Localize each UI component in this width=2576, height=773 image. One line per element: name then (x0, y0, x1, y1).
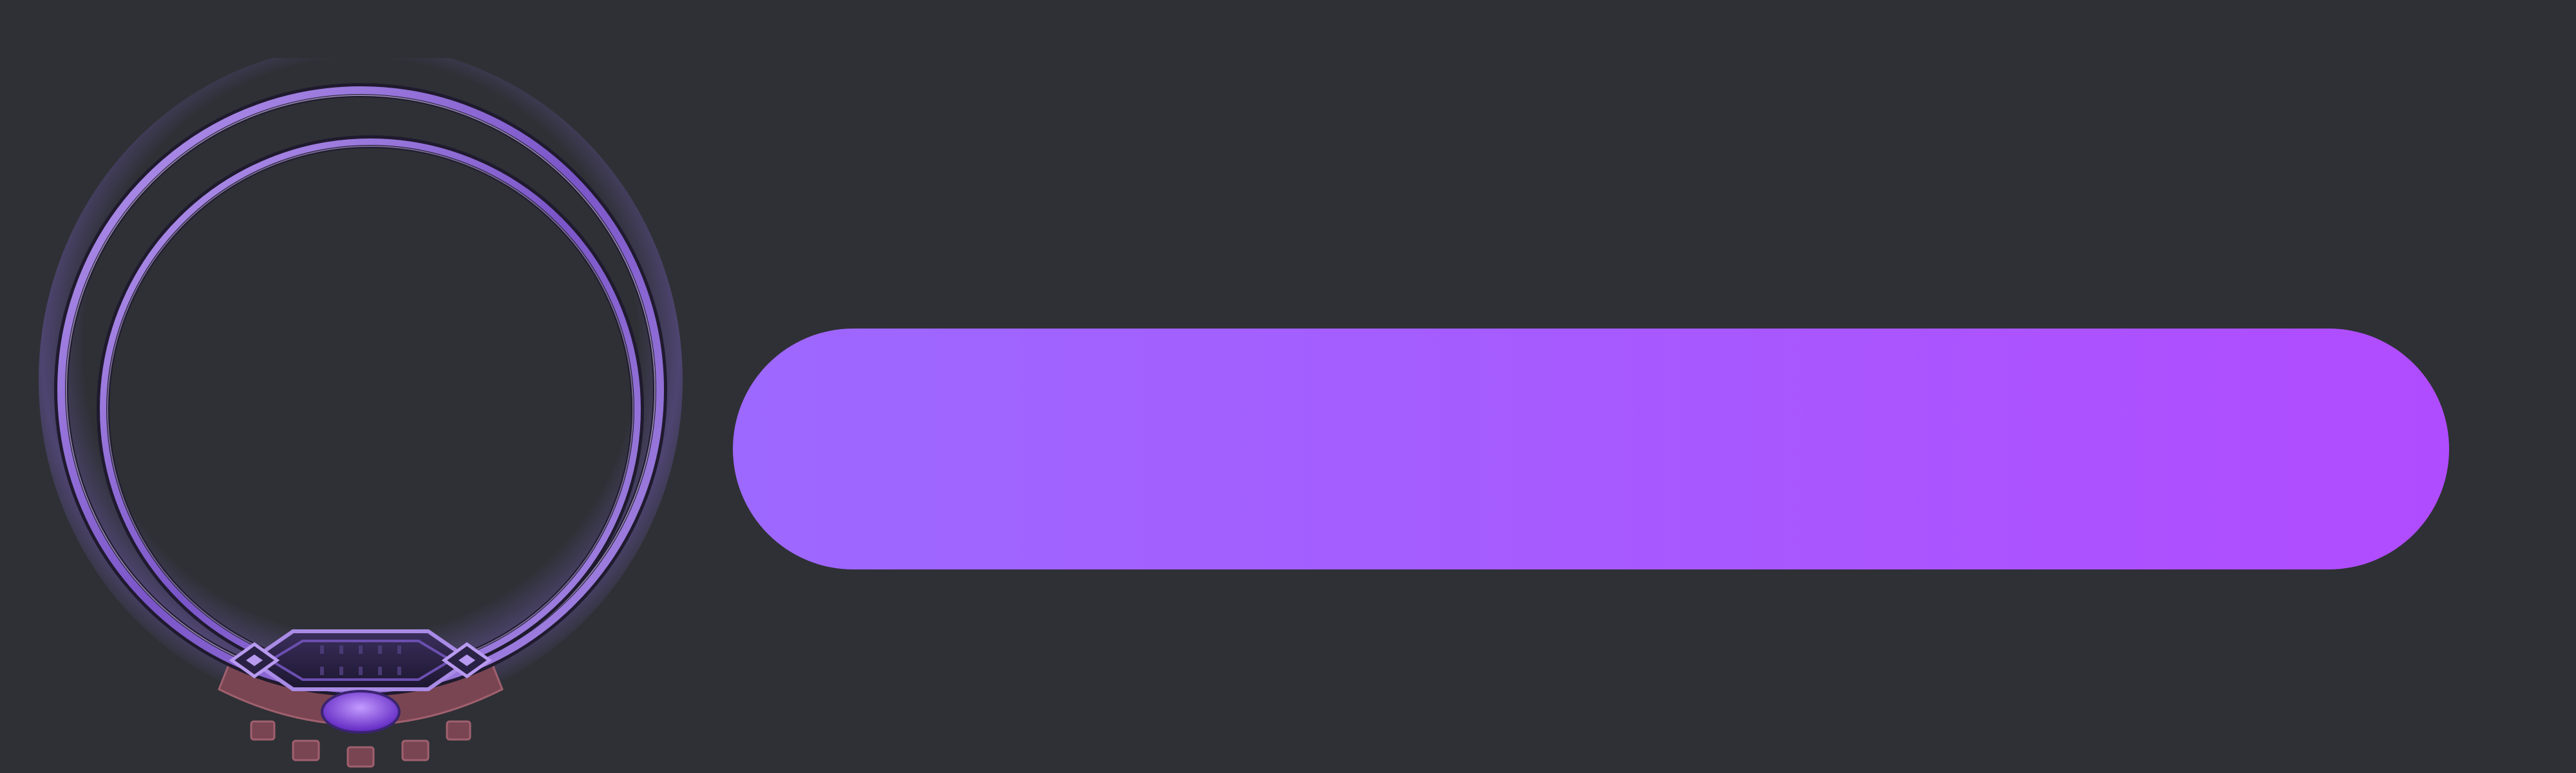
name-bar (733, 329, 2449, 569)
frame-glow (39, 58, 683, 715)
gem-icon (321, 690, 401, 734)
stage (0, 0, 2576, 773)
avatar-frame[interactable] (39, 58, 683, 773)
avatar-frame-icon (39, 58, 683, 768)
